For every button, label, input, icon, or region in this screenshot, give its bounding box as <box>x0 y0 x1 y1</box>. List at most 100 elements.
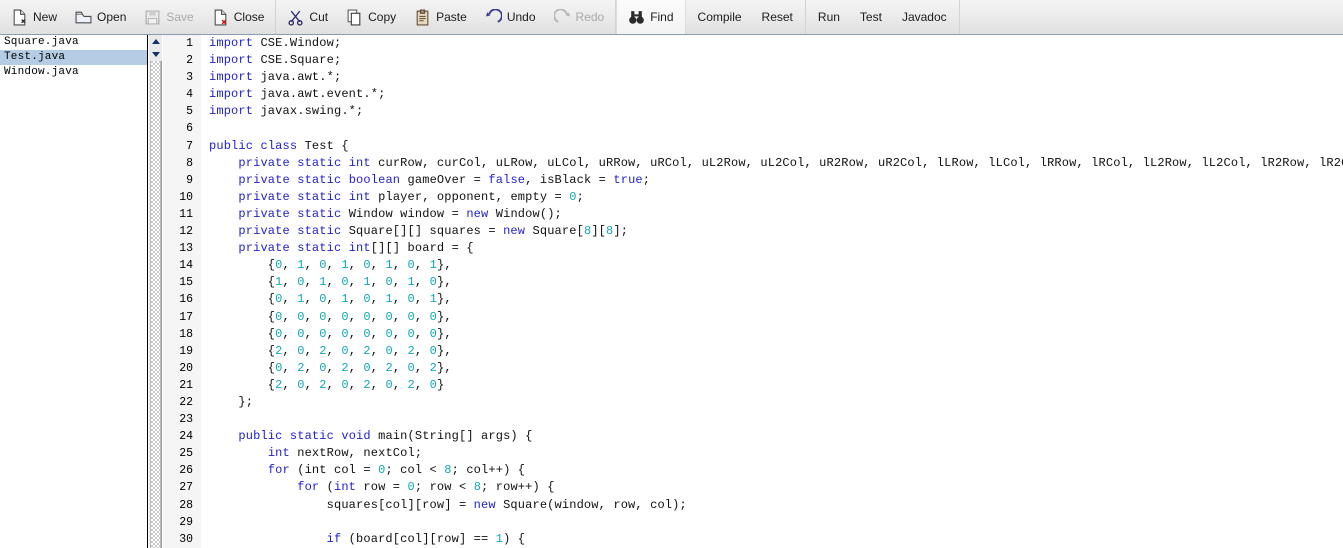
code-line: 15 {1, 0, 1, 0, 1, 0, 1, 0}, <box>163 274 1343 292</box>
code-line: 24 public static void main(String[] args… <box>163 428 1343 446</box>
find-button[interactable]: Find <box>619 3 682 31</box>
code-token: , <box>370 275 386 290</box>
run-button[interactable]: Run <box>808 3 850 31</box>
code-token: 0 <box>275 292 283 307</box>
open-button[interactable]: Open <box>66 3 135 31</box>
code-token: 0 <box>429 343 437 358</box>
code-text[interactable]: public static void main(String[] args) { <box>201 428 1343 445</box>
line-number: 4 <box>163 86 201 104</box>
code-text[interactable]: private static int player, opponent, emp… <box>201 189 1343 206</box>
code-token: 2 <box>407 343 415 358</box>
code-token: , <box>392 258 408 273</box>
scrollbar-track[interactable] <box>150 61 161 548</box>
code-text[interactable]: {0, 0, 0, 0, 0, 0, 0, 0}, <box>201 309 1343 326</box>
code-text[interactable]: for (int col = 0; col < 8; col++) { <box>201 462 1343 479</box>
code-token: static <box>297 206 342 221</box>
code-text[interactable]: public class Test { <box>201 138 1343 155</box>
code-text[interactable]: squares[col][row] = new Square(window, r… <box>201 497 1343 514</box>
code-text[interactable]: {2, 0, 2, 0, 2, 0, 2, 0} <box>201 377 1343 394</box>
test-button[interactable]: Test <box>850 3 892 31</box>
code-token: 1 <box>495 531 504 546</box>
javadoc-button[interactable]: Javadoc <box>892 3 957 31</box>
code-token: main(String[] args) { <box>370 429 533 444</box>
code-text[interactable]: for (int row = 0; row < 8; row++) { <box>201 479 1343 496</box>
code-token: , <box>304 275 320 290</box>
code-token: 1 <box>385 258 393 273</box>
line-number: 1 <box>163 35 201 53</box>
code-token: 2 <box>275 343 283 358</box>
toolbar-button-label: Paste <box>436 10 467 24</box>
code-text[interactable]: {0, 0, 0, 0, 0, 0, 0, 0}, <box>201 326 1343 343</box>
cut-button[interactable]: Cut <box>278 3 337 31</box>
code-text[interactable] <box>201 514 1343 531</box>
code-text[interactable]: private static int curRow, curCol, uLRow… <box>201 155 1343 172</box>
line-number: 3 <box>163 69 201 87</box>
code-line: 28 squares[col][row] = new Square(window… <box>163 496 1343 514</box>
save-button: Save <box>135 3 202 31</box>
code-token: , <box>282 309 298 324</box>
code-token: 0 <box>341 343 349 358</box>
code-token: }, <box>436 275 452 290</box>
code-token: private <box>238 189 290 204</box>
line-number: 17 <box>163 308 201 326</box>
code-text[interactable]: {0, 1, 0, 1, 0, 1, 0, 1}, <box>201 291 1343 308</box>
compile-button[interactable]: Compile <box>688 3 752 31</box>
toolbar-button-label: New <box>33 10 58 24</box>
file-list-item[interactable]: Test.java <box>0 50 147 65</box>
code-text[interactable] <box>201 120 1343 137</box>
code-token: 0 <box>319 309 327 324</box>
scroll-right-arrow-icon[interactable] <box>149 48 162 61</box>
code-text[interactable] <box>201 411 1343 428</box>
code-text[interactable]: private static Window window = new Windo… <box>201 206 1343 223</box>
code-token: , <box>348 360 364 375</box>
editor-scrollbar[interactable] <box>149 35 162 548</box>
code-text[interactable]: int nextRow, nextCol; <box>201 445 1343 462</box>
code-text[interactable]: import java.awt.event.*; <box>201 86 1343 103</box>
undo-button[interactable]: Undo <box>476 3 545 31</box>
scroll-left-arrow-icon[interactable] <box>149 35 162 48</box>
paste-button[interactable]: Paste <box>405 3 476 31</box>
code-token: 0 <box>385 309 393 324</box>
file-list-item[interactable]: Square.java <box>0 35 147 50</box>
code-token: ]; <box>613 224 629 239</box>
copy-button[interactable]: Copy <box>337 3 405 31</box>
code-token: 0 <box>385 377 393 392</box>
code-text[interactable]: {0, 1, 0, 1, 0, 1, 0, 1}, <box>201 257 1343 274</box>
line-number: 25 <box>163 445 201 463</box>
code-token: , <box>326 258 342 273</box>
code-text[interactable]: {2, 0, 2, 0, 2, 0, 2, 0}, <box>201 343 1343 360</box>
code-editor[interactable]: 1 import CSE.Window; 2 import CSE.Square; 3 i… <box>163 35 1343 548</box>
toolbar-button-label: Open <box>97 10 127 24</box>
code-text[interactable]: import CSE.Window; <box>201 35 1343 52</box>
code-token: 0 <box>385 326 393 341</box>
file-list-item[interactable]: Window.java <box>0 65 147 80</box>
code-line: 10 private static int player, opponent, … <box>163 188 1343 206</box>
code-text[interactable]: }; <box>201 394 1343 411</box>
code-text[interactable]: {0, 2, 0, 2, 0, 2, 0, 2}, <box>201 360 1343 377</box>
code-token: row = <box>356 480 408 495</box>
new-button[interactable]: New <box>2 3 66 31</box>
code-text[interactable]: import javax.swing.*; <box>201 103 1343 120</box>
toolbar-button-label: Close <box>233 10 265 24</box>
reset-button[interactable]: Reset <box>752 3 803 31</box>
code-token: class <box>260 138 298 153</box>
code-token: ; col < <box>385 463 445 478</box>
close-button[interactable]: Close <box>203 3 274 31</box>
code-token: { <box>209 258 276 273</box>
code-text[interactable]: {1, 0, 1, 0, 1, 0, 1, 0}, <box>201 274 1343 291</box>
code-token: 0 <box>319 360 327 375</box>
code-text[interactable]: private static int[][] board = { <box>201 240 1343 257</box>
code-text[interactable]: private static Square[][] squares = new … <box>201 223 1343 240</box>
code-text[interactable]: if (board[col][row] == 1) { <box>201 531 1343 548</box>
code-text[interactable]: import java.awt.*; <box>201 69 1343 86</box>
code-line: 7 public class Test { <box>163 137 1343 155</box>
code-text[interactable]: import CSE.Square; <box>201 52 1343 69</box>
line-number: 20 <box>163 359 201 377</box>
code-text[interactable]: private static boolean gameOver = false,… <box>201 172 1343 189</box>
file-list-panel[interactable]: Square.java Test.java Window.java <box>0 35 148 548</box>
code-token: 0 <box>297 275 305 290</box>
code-token: , <box>370 360 386 375</box>
